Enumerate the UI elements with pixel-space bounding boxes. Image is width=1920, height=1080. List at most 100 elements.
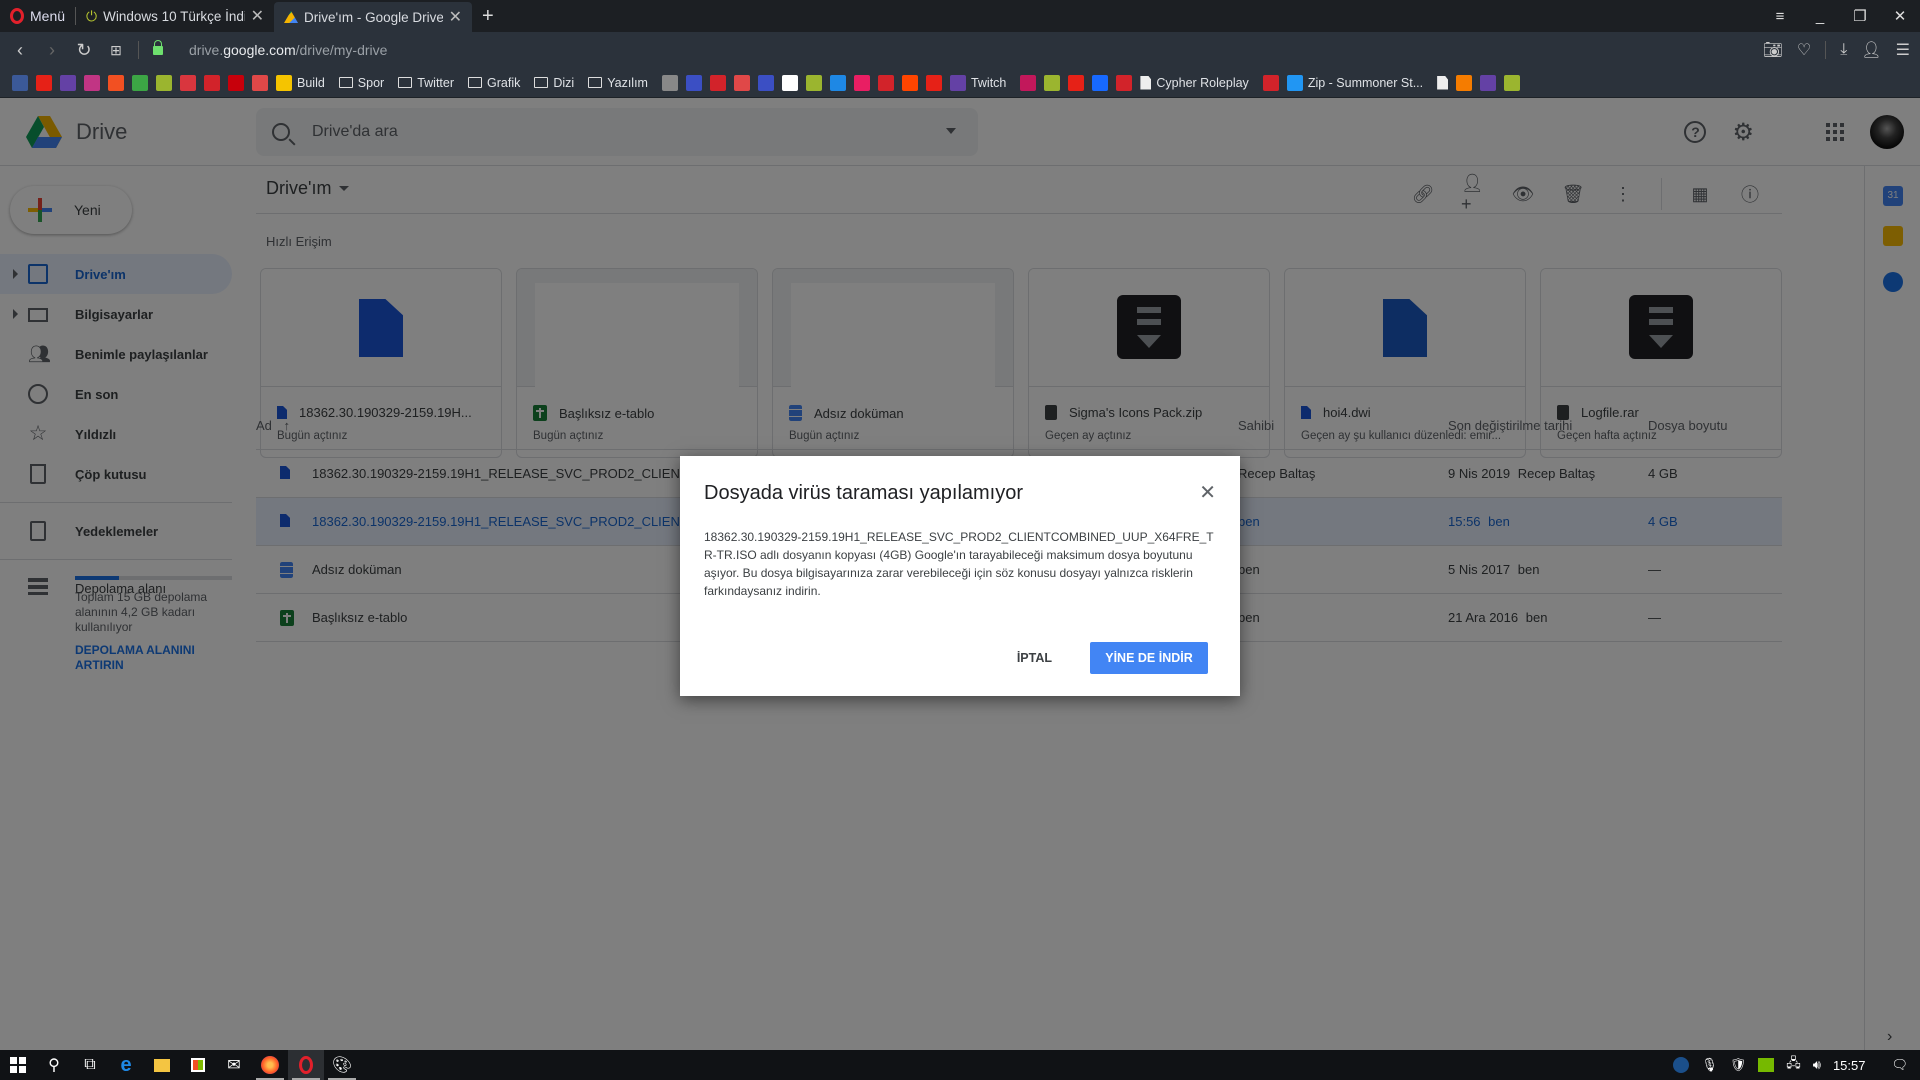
bookmark-item[interactable]	[925, 74, 942, 91]
bookmark-label: Yazılım	[607, 75, 648, 90]
account-icon[interactable]: 👤︎	[1861, 40, 1881, 60]
dialog-title: Dosyada virüs taraması yapılamıyor	[704, 482, 1024, 504]
bookmark-item[interactable]: Zip - Summoner St...	[1286, 74, 1423, 91]
bookmark-item[interactable]: Yazılım	[588, 76, 648, 90]
close-tab-icon[interactable]: ✕	[251, 6, 264, 26]
easy-setup-icon[interactable]: ☰	[1896, 40, 1910, 60]
bookmark-item[interactable]: Twitch	[949, 74, 1006, 91]
windows-defender-icon[interactable]: 🛡︎	[1730, 1057, 1747, 1073]
close-tab-icon[interactable]: ✕	[449, 7, 462, 27]
clock[interactable]: 15:57	[1833, 1058, 1866, 1073]
bookmark-item[interactable]: Grafik	[468, 76, 520, 90]
bookmark-item[interactable]	[1504, 74, 1521, 91]
download-icon[interactable]: ⤓	[1840, 41, 1847, 59]
bookmark-item[interactable]	[661, 74, 678, 91]
bookmark-item[interactable]	[709, 74, 726, 91]
bookmark-item[interactable]	[36, 74, 52, 91]
opera-menu-button[interactable]: Menü	[0, 0, 75, 32]
bookmark-item[interactable]	[60, 74, 76, 91]
close-icon[interactable]: ✕	[1199, 480, 1216, 505]
store-icon[interactable]	[180, 1050, 216, 1080]
folder-icon	[534, 77, 549, 88]
bookmark-item[interactable]	[1437, 75, 1449, 90]
bookmark-item[interactable]	[1480, 74, 1497, 91]
chart-icon	[252, 74, 268, 91]
heart-icon[interactable]: ♡	[1797, 40, 1811, 60]
upload-icon	[132, 74, 148, 91]
address-actions: 📷︎ ♡ ⤓ 👤︎ ☰	[1763, 32, 1910, 68]
bookmarks-bar: Build Spor Twitter Grafik Dizi Yazılım Twitch C…	[0, 68, 1920, 98]
volume-icon[interactable]: 🔊︎	[1813, 1057, 1821, 1073]
bookmark-item[interactable]: Build	[276, 74, 325, 91]
bookmark-item[interactable]	[12, 74, 28, 91]
site-icon	[661, 74, 678, 91]
bookmark-item[interactable]	[1020, 74, 1037, 91]
bookmark-item[interactable]	[757, 74, 774, 91]
url-field[interactable]: drive.google.com/drive/my-drive	[189, 42, 387, 58]
bookmark-item[interactable]	[1262, 74, 1279, 91]
microphone-icon[interactable]: 🎙︎	[1701, 1057, 1718, 1073]
bookmark-item[interactable]	[108, 74, 124, 91]
snapshot-icon[interactable]: 📷︎	[1763, 40, 1783, 60]
speed-dial-icon[interactable]: ⊞	[104, 42, 128, 59]
bookmark-item[interactable]	[132, 74, 148, 91]
bookmark-item[interactable]: Spor	[338, 76, 384, 90]
bookmark-item[interactable]	[156, 74, 172, 91]
bookmark-item[interactable]: Dizi	[534, 76, 574, 90]
cancel-button[interactable]: İPTAL	[1001, 642, 1068, 674]
task-view-icon[interactable]: ⧉	[72, 1050, 108, 1080]
new-tab-button[interactable]: +	[472, 5, 504, 28]
tab-windows10[interactable]: ⏻ Windows 10 Türkçe İndirme ✕	[76, 1, 274, 31]
bookmark-item[interactable]	[1044, 74, 1061, 91]
bookmark-item[interactable]	[84, 74, 100, 91]
youtube-icon	[36, 74, 52, 91]
folder-icon	[398, 77, 413, 88]
bookmark-item[interactable]	[228, 74, 244, 91]
action-center-icon[interactable]: 🗨︎	[1891, 1057, 1908, 1073]
start-button[interactable]	[0, 1050, 36, 1080]
bookmark-item[interactable]	[1068, 74, 1085, 91]
u-icon	[709, 74, 726, 91]
bookmark-item[interactable]: Cypher Roleplay	[1140, 75, 1249, 90]
mail-icon[interactable]: ✉	[216, 1050, 252, 1080]
bookmark-item[interactable]	[1116, 74, 1133, 91]
paint-icon[interactable]: 🎨︎	[324, 1050, 360, 1080]
bookmark-item[interactable]	[781, 74, 798, 91]
bookmark-item[interactable]	[252, 74, 268, 91]
bookmark-item[interactable]	[877, 74, 894, 91]
network-icon[interactable]: 🖧︎	[1786, 1054, 1801, 1076]
back-button[interactable]: ‹	[8, 40, 32, 61]
bookmark-item[interactable]	[853, 74, 870, 91]
tab-google-drive[interactable]: Drive'ım - Google Drive ✕	[274, 2, 473, 32]
bookmark-item[interactable]	[685, 74, 702, 91]
pb-icon	[276, 74, 292, 91]
reload-button[interactable]: ↻	[72, 40, 96, 61]
opera-icon[interactable]	[288, 1050, 324, 1080]
bookmark-item[interactable]	[1456, 74, 1473, 91]
close-window-button[interactable]: ✕	[1880, 7, 1920, 25]
bookmark-item[interactable]	[901, 74, 918, 91]
bookmark-item[interactable]	[204, 74, 220, 91]
divider	[1825, 41, 1827, 59]
search-icon[interactable]: ⚲	[36, 1050, 72, 1080]
file-explorer-icon[interactable]	[144, 1050, 180, 1080]
firefox-icon[interactable]	[252, 1050, 288, 1080]
bookmark-label: Build	[297, 75, 325, 90]
bookmark-item[interactable]	[1092, 74, 1109, 91]
restore-button[interactable]: ❐	[1840, 7, 1880, 25]
bi-icon	[853, 74, 870, 91]
power-icon	[1504, 74, 1521, 91]
lock-icon[interactable]	[153, 39, 163, 55]
bookmark-item[interactable]	[180, 74, 196, 91]
nvidia-icon[interactable]	[1758, 1058, 1775, 1072]
edge-icon[interactable]: e	[108, 1050, 144, 1080]
bookmark-item[interactable]	[805, 74, 822, 91]
download-anyway-button[interactable]: YİNE DE İNDİR	[1090, 642, 1208, 674]
tab-menu-icon[interactable]: ≡	[1760, 8, 1800, 25]
forward-button[interactable]: ›	[40, 40, 64, 61]
bookmark-item[interactable]: Twitter	[398, 76, 454, 90]
steam-icon[interactable]	[1673, 1057, 1690, 1073]
bookmark-item[interactable]	[829, 74, 846, 91]
minimize-button[interactable]: _	[1800, 8, 1840, 25]
bookmark-item[interactable]	[733, 74, 750, 91]
